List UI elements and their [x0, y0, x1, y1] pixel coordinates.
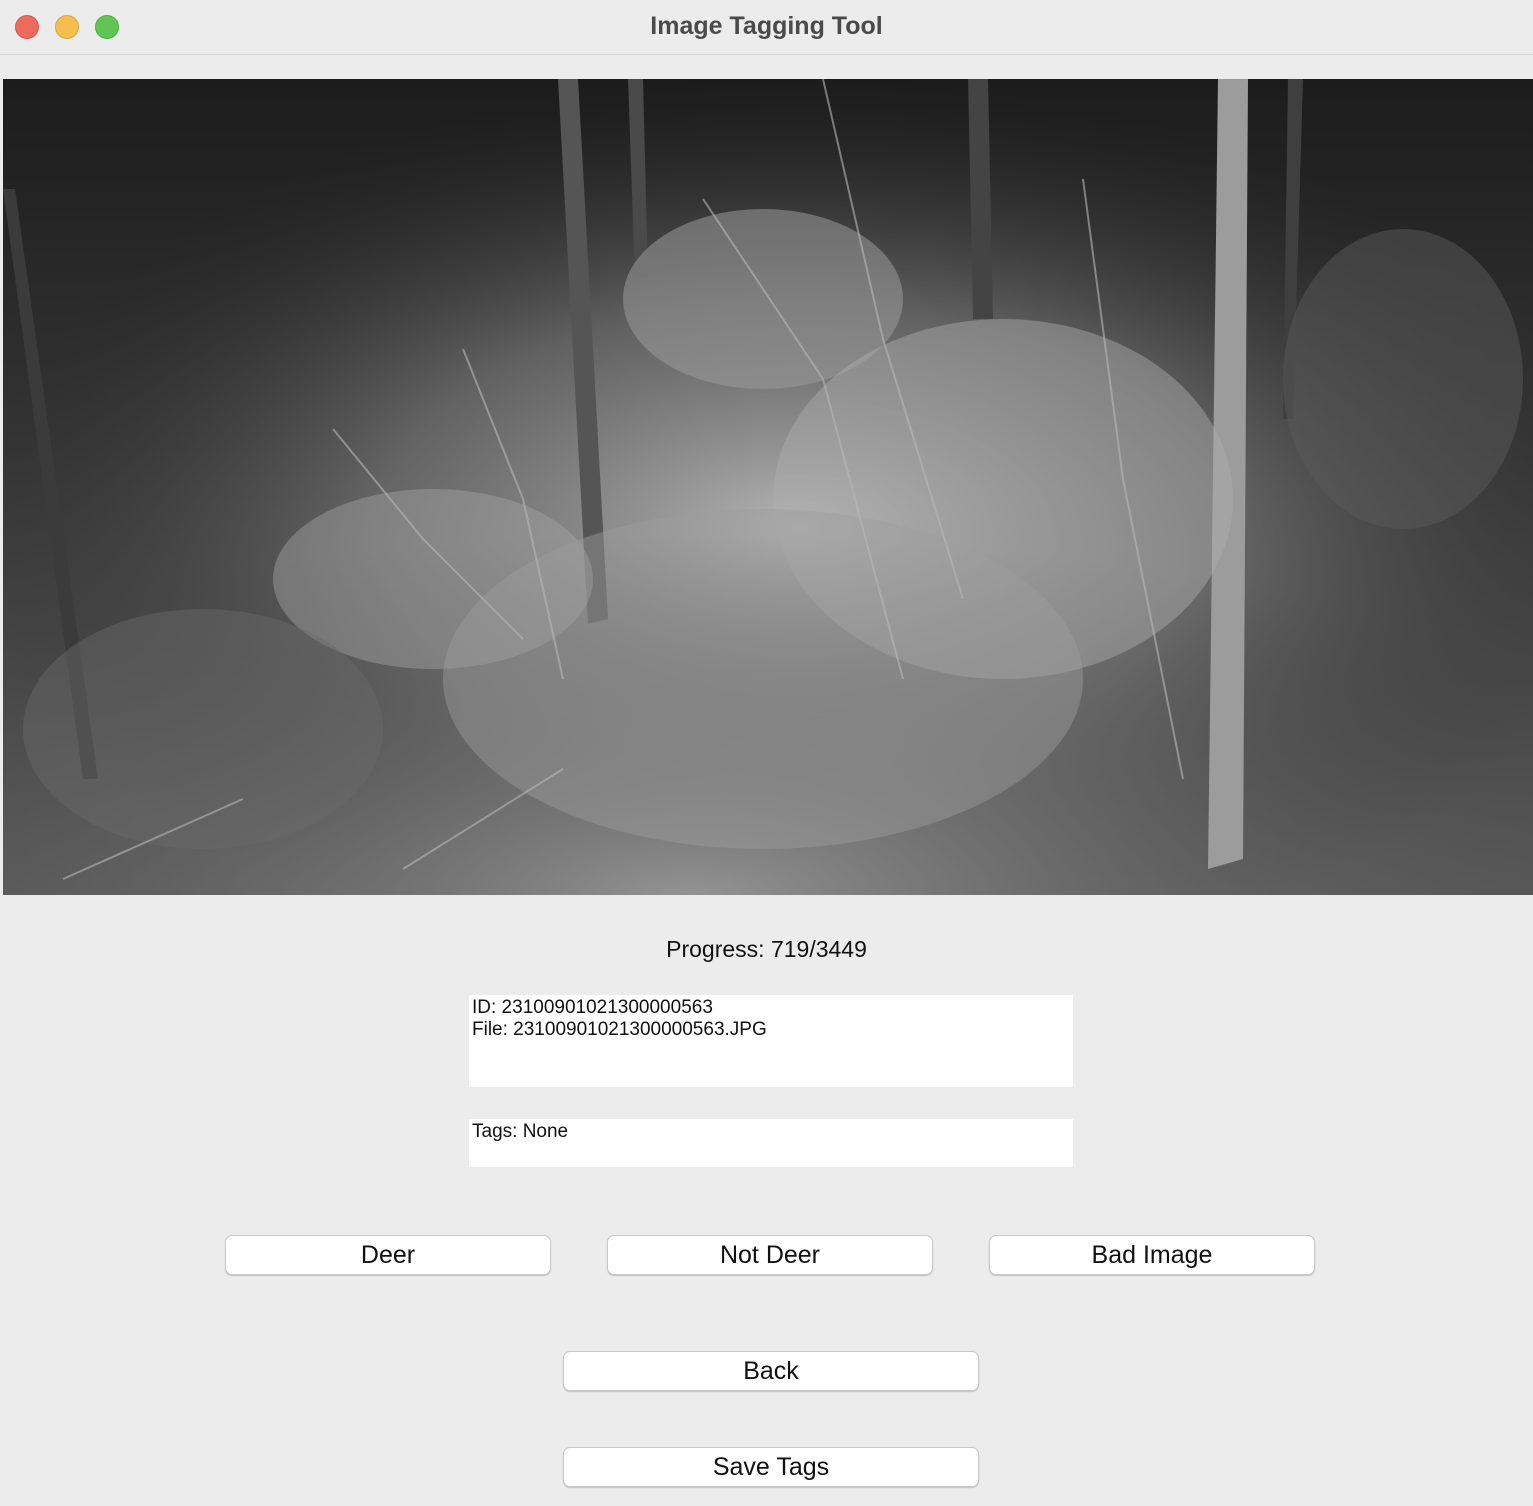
app-window: Image Tagging Tool Progress: 719/3449 ID…	[0, 0, 1533, 1506]
tags-box: Tags: None	[469, 1119, 1073, 1167]
back-button[interactable]: Back	[563, 1351, 979, 1391]
image-id-text: ID: 23100901021300000563	[472, 997, 713, 1018]
deer-button[interactable]: Deer	[225, 1235, 551, 1275]
save-tags-button[interactable]: Save Tags	[563, 1447, 979, 1487]
title-bar: Image Tagging Tool	[0, 0, 1533, 55]
image-info-box: ID: 23100901021300000563 File: 231009010…	[469, 995, 1073, 1087]
bad-image-button[interactable]: Bad Image	[989, 1235, 1315, 1275]
tags-text: Tags: None	[472, 1121, 569, 1142]
image-file-text: File: 23100901021300000563.JPG	[472, 1019, 767, 1040]
night-photo-illustration	[3, 79, 1533, 895]
not-deer-button[interactable]: Not Deer	[607, 1235, 933, 1275]
progress-label: Progress: 719/3449	[666, 936, 867, 962]
trail-camera-image	[3, 79, 1533, 895]
window-title: Image Tagging Tool	[650, 12, 883, 40]
